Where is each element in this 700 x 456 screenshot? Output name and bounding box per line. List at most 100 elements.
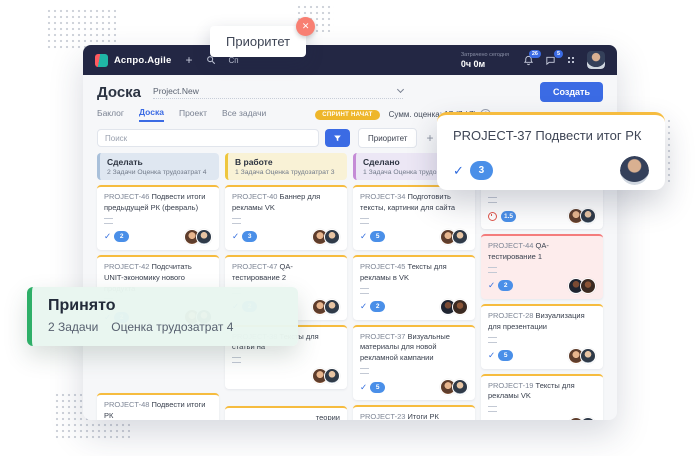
avatar-man (452, 229, 468, 245)
task-id: PROJECT-28 (488, 311, 533, 320)
avatar-man (452, 379, 468, 395)
description-icon (488, 406, 497, 412)
messages-count-badge: 5 (554, 50, 563, 58)
chevron-down-icon (397, 86, 404, 93)
column-cards: 1.5PROJECT-44 QA-тестирование 1✓2PROJECT… (481, 168, 603, 420)
task-title: PROJECT-19 Тексты для рекламы VK (488, 381, 596, 403)
avatar-man (324, 229, 340, 245)
check-icon: ✓ (360, 231, 367, 242)
score-badge: 2 (498, 280, 513, 291)
task-text: теории (316, 413, 340, 420)
task-footer: ✓2 (360, 299, 468, 315)
priority-tooltip-label: Приоритет (226, 34, 290, 49)
check-icon: ✓ (104, 231, 111, 242)
description-icon (360, 288, 369, 294)
check-icon: ✓ (232, 231, 239, 242)
task-id: PROJECT-47 (232, 262, 277, 271)
task-card[interactable]: PROJECT-37 Визуальные материалы для ново… (353, 325, 475, 401)
column-meta: 1 Задача Оценка трудозатрат 3 (235, 169, 340, 176)
task-id: PROJECT-23 (360, 412, 405, 420)
user-avatar[interactable] (587, 51, 605, 69)
check-icon: ✓ (360, 382, 367, 393)
task-card[interactable]: теории✓3 (225, 406, 347, 420)
task-title: PROJECT-48 Подвести итоги РК (104, 400, 212, 420)
avatar-man (324, 299, 340, 315)
avatars (444, 229, 468, 245)
create-button[interactable]: Создать (540, 82, 603, 102)
quick-add-button[interactable]: + (185, 54, 192, 66)
column-cards: PROJECT-34 Подготовить тексты, картинки … (353, 185, 475, 420)
task-card[interactable]: PROJECT-46 Подвести итоги предыдущей РК … (97, 185, 219, 250)
messages-icon[interactable]: 5 (545, 55, 556, 66)
avatar-man (580, 208, 596, 224)
notifications-count-badge: 26 (529, 50, 541, 58)
brand-logo-icon (95, 54, 108, 67)
score-badge: 3 (470, 161, 493, 180)
task-card[interactable]: PROJECT-48 Подвести итоги РК✓2 (97, 393, 219, 420)
page-title: Доска (97, 84, 141, 101)
avatar-man (580, 417, 596, 420)
score-badge: 5 (370, 382, 385, 393)
description-icon (488, 267, 497, 273)
avatar-photo (587, 51, 605, 69)
assignee-avatar (620, 156, 649, 185)
column-title: Сделать (107, 157, 212, 167)
task-footer: ✓5 (360, 379, 468, 395)
task-card[interactable]: PROJECT-40 Баннер для рекламы VK✓3 (225, 185, 347, 250)
score-badge: 2 (370, 301, 385, 312)
filter-button[interactable] (325, 129, 350, 147)
task-id: PROJECT-34 (360, 192, 405, 201)
task-title: PROJECT-28 Визуализация для презентации (488, 311, 596, 333)
tab-board[interactable]: Доска (139, 107, 164, 122)
task-title: PROJECT-23 Итоги РК (360, 412, 468, 420)
avatar-dark-woman (580, 278, 596, 294)
description-icon (360, 218, 369, 224)
avatars (316, 368, 340, 384)
score-badge: 2 (114, 231, 129, 242)
tab-project[interactable]: Проект (179, 108, 207, 121)
column-header[interactable]: Сделать 2 Задачи Оценка трудозатрат 4 (97, 153, 219, 180)
task-card[interactable]: PROJECT-44 QA-тестирование 1✓2 (481, 234, 603, 299)
task-card[interactable]: PROJECT-19 Тексты для рекламы VK✓5 (481, 374, 603, 421)
column-meta: 2 Задачи Оценка трудозатрат 4 (107, 169, 212, 176)
project-name: Project.New (153, 86, 199, 96)
tab-all-tasks[interactable]: Все задачи (222, 108, 266, 121)
task-title: теории (232, 413, 340, 420)
board-column: 1.5PROJECT-44 QA-тестирование 1✓2PROJECT… (481, 153, 603, 420)
avatar-man (196, 229, 212, 245)
avatar-man (580, 348, 596, 364)
accepted-title: Принято (48, 297, 282, 315)
tab-backlog[interactable]: Баклог (97, 108, 124, 121)
score-badge: 5 (498, 350, 513, 361)
board-search-input[interactable] (97, 129, 319, 147)
sprint-status-badge: СПРИНТ НАЧАТ (315, 110, 379, 120)
halftone-dots (46, 8, 116, 50)
task-footer: ✓2 (104, 229, 212, 245)
notifications-bell-icon[interactable]: 26 (523, 55, 534, 66)
column-header[interactable]: В работе1 Задача Оценка трудозатрат 3 (225, 153, 347, 180)
check-icon: ✓ (488, 280, 495, 291)
close-icon[interactable]: ✕ (296, 17, 315, 36)
task-title: PROJECT-34 Подготовить тексты, картинки … (360, 192, 468, 214)
task-id: PROJECT-45 (360, 262, 405, 271)
task-card-popup[interactable]: PROJECT-37 Подвести итог РК ✓ 3 (437, 112, 665, 190)
task-id: PROJECT-42 (104, 262, 149, 271)
apps-grid-icon[interactable] (567, 56, 576, 65)
avatar-man (324, 368, 340, 384)
task-footer: 1.5 (488, 208, 596, 224)
task-footer: ✓2 (488, 278, 596, 294)
avatars (444, 299, 468, 315)
task-card[interactable]: PROJECT-23 Итоги РК✓5 (353, 405, 475, 420)
brand-name: Аспро.Agile (114, 55, 171, 66)
add-filter-button[interactable]: + (426, 131, 433, 145)
task-card[interactable]: PROJECT-34 Подготовить тексты, картинки … (353, 185, 475, 250)
accepted-estimate: Оценка трудозатрат 4 (111, 320, 233, 334)
priority-filter-chip[interactable]: Приоритет (358, 128, 417, 148)
task-footer: ✓5 (360, 229, 468, 245)
avatar-dark-woman (452, 299, 468, 315)
task-card[interactable]: PROJECT-45 Тексты для рекламы в VK✓2 (353, 255, 475, 320)
avatars (572, 417, 596, 420)
accepted-task-count: 2 Задачи (48, 320, 98, 334)
project-selector[interactable]: Project.New (153, 86, 403, 99)
task-card[interactable]: PROJECT-28 Визуализация для презентации✓… (481, 304, 603, 369)
